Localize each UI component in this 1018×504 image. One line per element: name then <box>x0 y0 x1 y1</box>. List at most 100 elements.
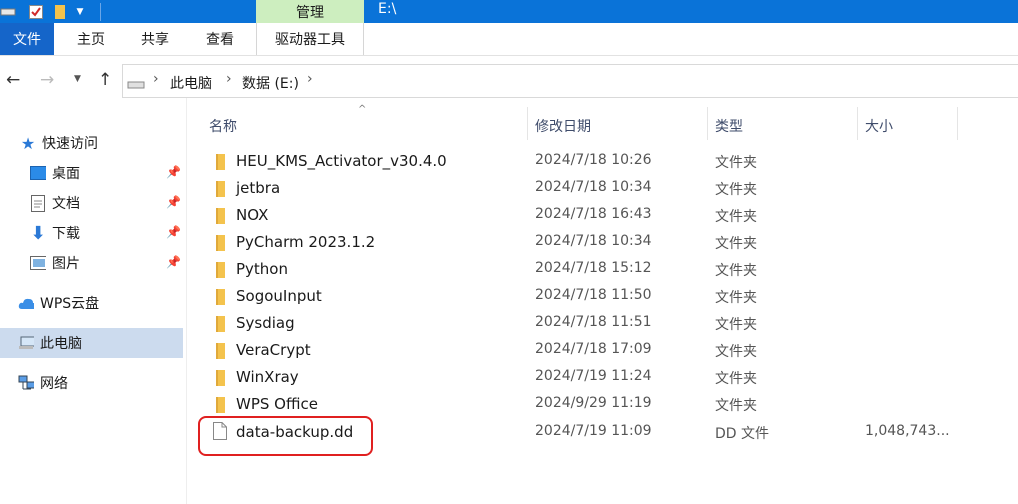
file-date: 2024/7/18 10:34 <box>535 233 652 249</box>
tab-file[interactable]: 文件 <box>0 23 54 55</box>
file-type: 文件夹 <box>715 209 757 225</box>
column-divider[interactable] <box>957 107 958 140</box>
list-item[interactable]: WPS Office 2024/9/29 11:19 文件夹 <box>200 391 960 418</box>
new-folder-icon[interactable] <box>52 4 68 20</box>
tab-drive-tools[interactable]: 驱动器工具 <box>264 23 356 55</box>
column-header-type[interactable]: 类型 <box>715 116 743 136</box>
document-icon <box>30 194 46 212</box>
file-type: 文件夹 <box>715 182 757 198</box>
window-title: E:\ <box>378 1 397 17</box>
breadcrumb-separator-icon[interactable]: › <box>307 71 313 87</box>
file-name: jetbra <box>236 179 281 197</box>
file-type: 文件夹 <box>715 263 757 279</box>
tab-view[interactable]: 查看 <box>199 23 241 55</box>
desktop-icon <box>30 165 46 181</box>
column-header-date[interactable]: 修改日期 <box>535 116 591 136</box>
file-name: VeraCrypt <box>236 341 311 359</box>
nav-label: 下载 <box>52 226 80 242</box>
file-name: SogouInput <box>236 287 322 305</box>
nav-wps-cloud[interactable]: WPS云盘 <box>0 288 183 318</box>
breadcrumb-drive-e[interactable]: 数据 (E:) <box>242 73 299 93</box>
nav-label: 此电脑 <box>40 336 82 352</box>
nav-label: 桌面 <box>52 166 80 182</box>
column-divider[interactable] <box>527 107 528 140</box>
folder-icon <box>213 234 227 251</box>
computer-icon <box>18 335 34 351</box>
tab-share[interactable]: 共享 <box>134 23 176 55</box>
nav-this-pc[interactable]: 此电脑 <box>0 328 183 358</box>
file-type: 文件夹 <box>715 398 757 414</box>
breadcrumb-separator-icon[interactable]: › <box>153 71 159 87</box>
nav-item-documents[interactable]: 文档 <box>0 188 183 218</box>
column-divider[interactable] <box>857 107 858 140</box>
folder-icon <box>213 180 227 197</box>
folder-icon <box>213 315 227 332</box>
nav-item-desktop[interactable]: 桌面 <box>0 158 183 188</box>
file-date: 2024/9/29 11:19 <box>535 395 652 411</box>
file-date: 2024/7/18 15:12 <box>535 260 652 276</box>
list-item[interactable]: VeraCrypt 2024/7/18 17:09 文件夹 <box>200 337 960 364</box>
file-name: PyCharm 2023.1.2 <box>236 233 376 251</box>
properties-icon[interactable] <box>28 4 44 20</box>
up-arrow-icon[interactable]: ↑ <box>98 70 112 90</box>
pin-icon[interactable]: 📌 <box>166 165 181 179</box>
list-item[interactable]: jetbra 2024/7/18 10:34 文件夹 <box>200 175 960 202</box>
folder-icon <box>213 261 227 278</box>
drive-icon[interactable] <box>0 4 16 20</box>
nav-quick-access[interactable]: ★ 快速访问 <box>0 128 183 158</box>
nav-label: 网络 <box>40 376 68 392</box>
file-date: 2024/7/18 10:34 <box>535 179 652 195</box>
folder-icon <box>213 396 227 413</box>
nav-label: 文档 <box>52 196 80 212</box>
nav-network[interactable]: 网络 <box>0 368 183 398</box>
list-item[interactable]: Python 2024/7/18 15:12 文件夹 <box>200 256 960 283</box>
pin-icon[interactable]: 📌 <box>166 195 181 209</box>
pictures-icon <box>30 255 46 271</box>
this-pc-location-icon <box>127 78 145 94</box>
file-type: 文件夹 <box>715 155 757 171</box>
file-date: 2024/7/18 17:09 <box>535 341 652 357</box>
list-item[interactable]: SogouInput 2024/7/18 11:50 文件夹 <box>200 283 960 310</box>
quick-access-toolbar: ▼ <box>0 0 101 23</box>
breadcrumb-separator-icon[interactable]: › <box>226 71 232 87</box>
pin-icon[interactable]: 📌 <box>166 255 181 269</box>
forward-arrow-icon[interactable]: → <box>40 70 54 90</box>
column-divider[interactable] <box>707 107 708 140</box>
file-type: 文件夹 <box>715 317 757 333</box>
context-tab-manage[interactable]: 管理 <box>256 0 364 23</box>
tab-home[interactable]: 主页 <box>70 23 112 55</box>
chevron-down-icon[interactable]: ▼ <box>72 4 88 20</box>
file-date: 2024/7/18 11:50 <box>535 287 652 303</box>
file-date: 2024/7/18 10:26 <box>535 152 652 168</box>
list-item[interactable]: WinXray 2024/7/19 11:24 文件夹 <box>200 364 960 391</box>
nav-label: WPS云盘 <box>40 296 100 312</box>
list-item[interactable]: NOX 2024/7/18 16:43 文件夹 <box>200 202 960 229</box>
folder-icon <box>213 369 227 386</box>
file-name: HEU_KMS_Activator_v30.4.0 <box>236 152 447 170</box>
nav-item-pictures[interactable]: 图片 <box>0 248 183 278</box>
folder-icon <box>213 288 227 305</box>
nav-item-downloads[interactable]: ⬇ 下载 <box>0 218 183 248</box>
back-arrow-icon[interactable]: ← <box>6 70 20 90</box>
title-bar <box>0 0 1018 23</box>
file-date: 2024/7/18 16:43 <box>535 206 652 222</box>
file-type: 文件夹 <box>715 236 757 252</box>
star-icon: ★ <box>20 133 36 153</box>
recent-locations-chevron-icon[interactable]: ▼ <box>74 74 81 84</box>
column-header-size[interactable]: 大小 <box>865 116 893 136</box>
file-name: NOX <box>236 206 269 224</box>
column-header-name[interactable]: 名称 <box>209 116 237 136</box>
pane-divider[interactable] <box>186 98 187 504</box>
list-item[interactable]: HEU_KMS_Activator_v30.4.0 2024/7/18 10:2… <box>200 148 960 175</box>
file-type: 文件夹 <box>715 371 757 387</box>
folder-icon <box>213 153 227 170</box>
list-item[interactable]: PyCharm 2023.1.2 2024/7/18 10:34 文件夹 <box>200 229 960 256</box>
list-item[interactable]: Sysdiag 2024/7/18 11:51 文件夹 <box>200 310 960 337</box>
nav-label: 图片 <box>52 256 80 272</box>
network-icon <box>18 375 34 391</box>
file-type: 文件夹 <box>715 290 757 306</box>
sort-ascending-icon: ^ <box>358 104 367 115</box>
file-size: 1,048,743... <box>865 423 950 439</box>
breadcrumb-this-pc[interactable]: 此电脑 <box>170 73 212 93</box>
pin-icon[interactable]: 📌 <box>166 225 181 239</box>
